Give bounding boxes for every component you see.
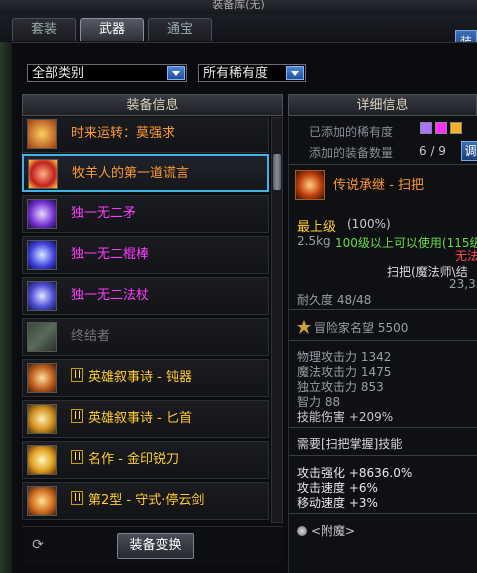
title-bar: 装备库(无) xyxy=(0,0,477,15)
list-item[interactable]: 独一无二矛 xyxy=(22,195,269,233)
reputation-icon xyxy=(297,320,311,334)
detail-header: 详细信息 xyxy=(288,94,477,116)
shepherd-weapon-icon xyxy=(28,159,58,189)
durability: 耐久度 48/48 xyxy=(297,293,372,307)
blade-icon xyxy=(27,445,57,475)
dagger-icon xyxy=(27,404,57,434)
list-item-selected[interactable]: 牧羊人的第一道谎言 xyxy=(22,154,269,192)
refresh-icon[interactable]: ⟳ xyxy=(30,537,46,553)
skill-requirement: 需要[扫把掌握]技能 xyxy=(297,437,403,451)
sword-icon xyxy=(27,486,57,516)
item-name: 时来运转：莫强求 xyxy=(71,126,176,141)
list-item[interactable]: 终结者 xyxy=(22,318,269,356)
divider xyxy=(289,164,477,165)
equipment-window: { "window": { "title": "装备库(无)", "right_… xyxy=(0,0,477,573)
list-item[interactable]: 英雄叙事诗 - 匕首 xyxy=(22,400,269,438)
rarity-select[interactable]: 所有稀有度 xyxy=(198,64,306,82)
blunt-weapon-icon xyxy=(27,363,57,393)
epic-tag-icon xyxy=(71,409,83,423)
rarity-select-value: 所有稀有度 xyxy=(203,66,269,81)
scrollbar-thumb[interactable] xyxy=(273,154,281,190)
list-item[interactable]: 独一无二棍棒 xyxy=(22,236,269,274)
bonus-move-speed: 移动速度 +3% xyxy=(297,496,378,510)
tab-bar: 套装 武器 通宝 装 xyxy=(0,14,477,54)
item-name-row: 英雄叙事诗 - 匕首 xyxy=(71,401,192,437)
divider xyxy=(289,427,477,428)
chevron-down-icon[interactable] xyxy=(167,66,185,80)
count-label: 添加的装备数量 xyxy=(309,146,394,160)
list-item[interactable]: 独一无二法杖 xyxy=(22,277,269,315)
divider xyxy=(289,513,477,514)
item-name-row: 英雄叙事诗 - 钝器 xyxy=(71,360,192,396)
epic-tag-icon xyxy=(71,450,83,464)
broom-weapon-icon xyxy=(295,170,325,200)
item-name-row: 第2型 - 守式·停云剑 xyxy=(71,483,204,519)
list-scrollbar[interactable] xyxy=(271,117,283,523)
weight: 2.5kg xyxy=(297,234,331,248)
item-name: 独一无二法杖 xyxy=(71,288,150,303)
detail-panel: 已添加的稀有度 添加的装备数量 6 / 9 调 传说承继 - 扫把 最上级 (1… xyxy=(288,117,477,573)
staff-icon xyxy=(27,281,57,311)
wheel-weapon-icon xyxy=(27,119,57,149)
divider xyxy=(289,309,477,310)
epic-tag-icon xyxy=(71,491,83,505)
rarity-swatch-pink[interactable] xyxy=(435,122,447,134)
enchant-row: <附魔> xyxy=(297,522,355,539)
background-edge xyxy=(0,42,12,573)
list-item[interactable]: 时来运转：莫强求 xyxy=(22,117,269,153)
item-name: 独一无二棍棒 xyxy=(71,247,150,262)
equip-swap-button[interactable]: 装备变换 xyxy=(117,533,194,559)
item-name: 第2型 - 守式·停云剑 xyxy=(88,493,205,508)
count-adjust-button[interactable]: 调 xyxy=(461,141,477,161)
item-name-row: 名作 - 金印锐刀 xyxy=(71,442,179,478)
rarity-label: 已添加的稀有度 xyxy=(309,125,394,139)
item-name: 名作 - 金印锐刀 xyxy=(88,452,179,467)
item-name: 英雄叙事诗 - 钝器 xyxy=(88,370,192,385)
detail-item-name: 传说承继 - 扫把 xyxy=(333,178,424,193)
list-footer: ⟳ 装备变换 xyxy=(22,526,283,565)
equipment-list: 时来运转：莫强求 牧羊人的第一道谎言 独一无二矛 独一无二棍棒 独一无二法杖 终… xyxy=(22,117,269,523)
list-item[interactable]: 英雄叙事诗 - 钝器 xyxy=(22,359,269,397)
epic-tag-icon xyxy=(71,368,83,382)
item-name: 英雄叙事诗 - 匕首 xyxy=(88,411,192,426)
item-name: 终结者 xyxy=(71,329,111,344)
list-header: 装备信息 xyxy=(22,94,283,116)
terminator-icon xyxy=(27,322,57,352)
rarity-swatches xyxy=(420,122,465,136)
sell-price: 23,32 xyxy=(449,277,477,291)
divider xyxy=(289,455,477,456)
stat-skill-damage: 技能伤害 +209% xyxy=(297,410,394,424)
window-title: 装备库(无) xyxy=(212,0,265,11)
spear-icon xyxy=(27,199,57,229)
rarity-swatch-orange[interactable] xyxy=(450,122,462,134)
tab-token[interactable]: 通宝 xyxy=(148,18,212,41)
reputation-value: 冒险家名望 5500 xyxy=(314,321,409,335)
club-icon xyxy=(27,240,57,270)
unique-notice: 无法 xyxy=(455,249,477,263)
grade: 最上级 xyxy=(297,220,337,235)
divider xyxy=(289,340,477,341)
list-item[interactable]: 第2型 - 守式·停云剑 xyxy=(22,482,269,520)
grade-percent: (100%) xyxy=(347,217,391,231)
tab-suit[interactable]: 套装 xyxy=(12,18,76,41)
count-value: 6 / 9 xyxy=(419,144,446,158)
item-name: 牧羊人的第一道谎言 xyxy=(72,166,190,181)
tab-weapon[interactable]: 武器 xyxy=(80,18,144,41)
reputation-row: 冒险家名望 5500 xyxy=(297,319,408,336)
category-select[interactable]: 全部类别 xyxy=(27,64,187,82)
chevron-down-icon[interactable] xyxy=(286,66,304,80)
list-item[interactable]: 名作 - 金印锐刀 xyxy=(22,441,269,479)
enchant-label: <附魔> xyxy=(311,524,356,538)
item-name: 独一无二矛 xyxy=(71,206,137,221)
enchant-slot-icon xyxy=(297,526,307,536)
category-select-value: 全部类别 xyxy=(32,66,85,81)
rarity-swatch-purple[interactable] xyxy=(420,122,432,134)
